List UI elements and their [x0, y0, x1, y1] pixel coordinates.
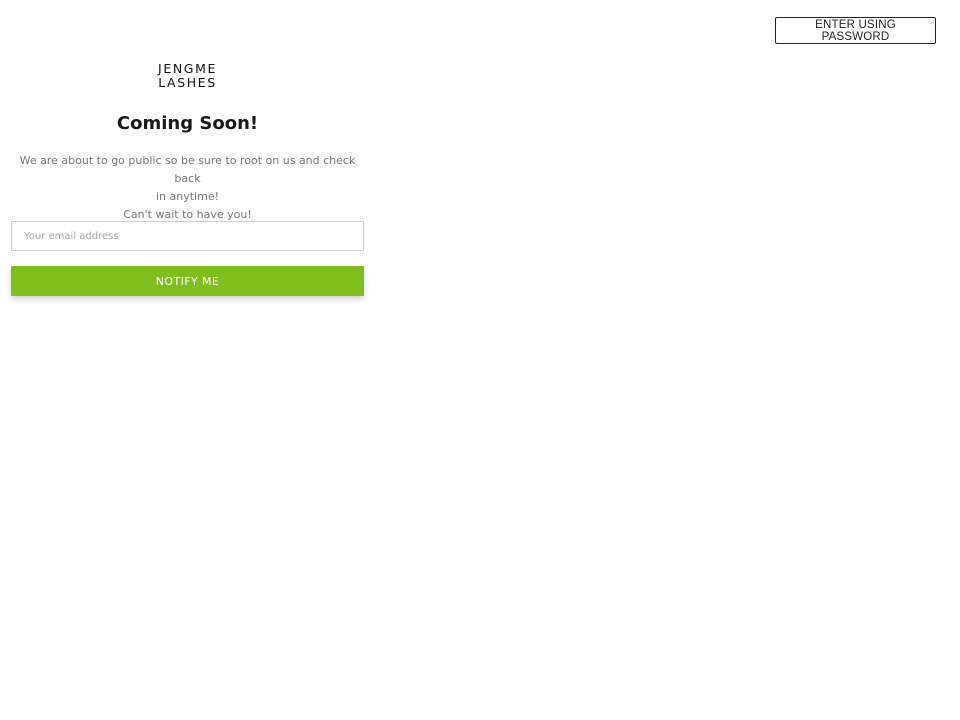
- page-title: Coming Soon!: [116, 113, 259, 134]
- logo-line-1: JENGME: [158, 61, 217, 76]
- email-field[interactable]: [11, 221, 364, 251]
- description: We are about to go public so be sure to …: [11, 152, 364, 224]
- notify-me-button[interactable]: NOTIFY ME: [11, 266, 364, 296]
- description-line-2: in anytime!: [155, 190, 219, 203]
- description-line-1: We are about to go public so be sure to …: [19, 154, 356, 185]
- brand-logo: JENGME LASHES: [11, 62, 364, 90]
- logo-line-2: LASHES: [158, 75, 217, 90]
- enter-using-password-button[interactable]: ENTER USING PASSWORD: [775, 17, 936, 44]
- page: ENTER USING PASSWORD JENGME LASHES Comin…: [0, 0, 960, 720]
